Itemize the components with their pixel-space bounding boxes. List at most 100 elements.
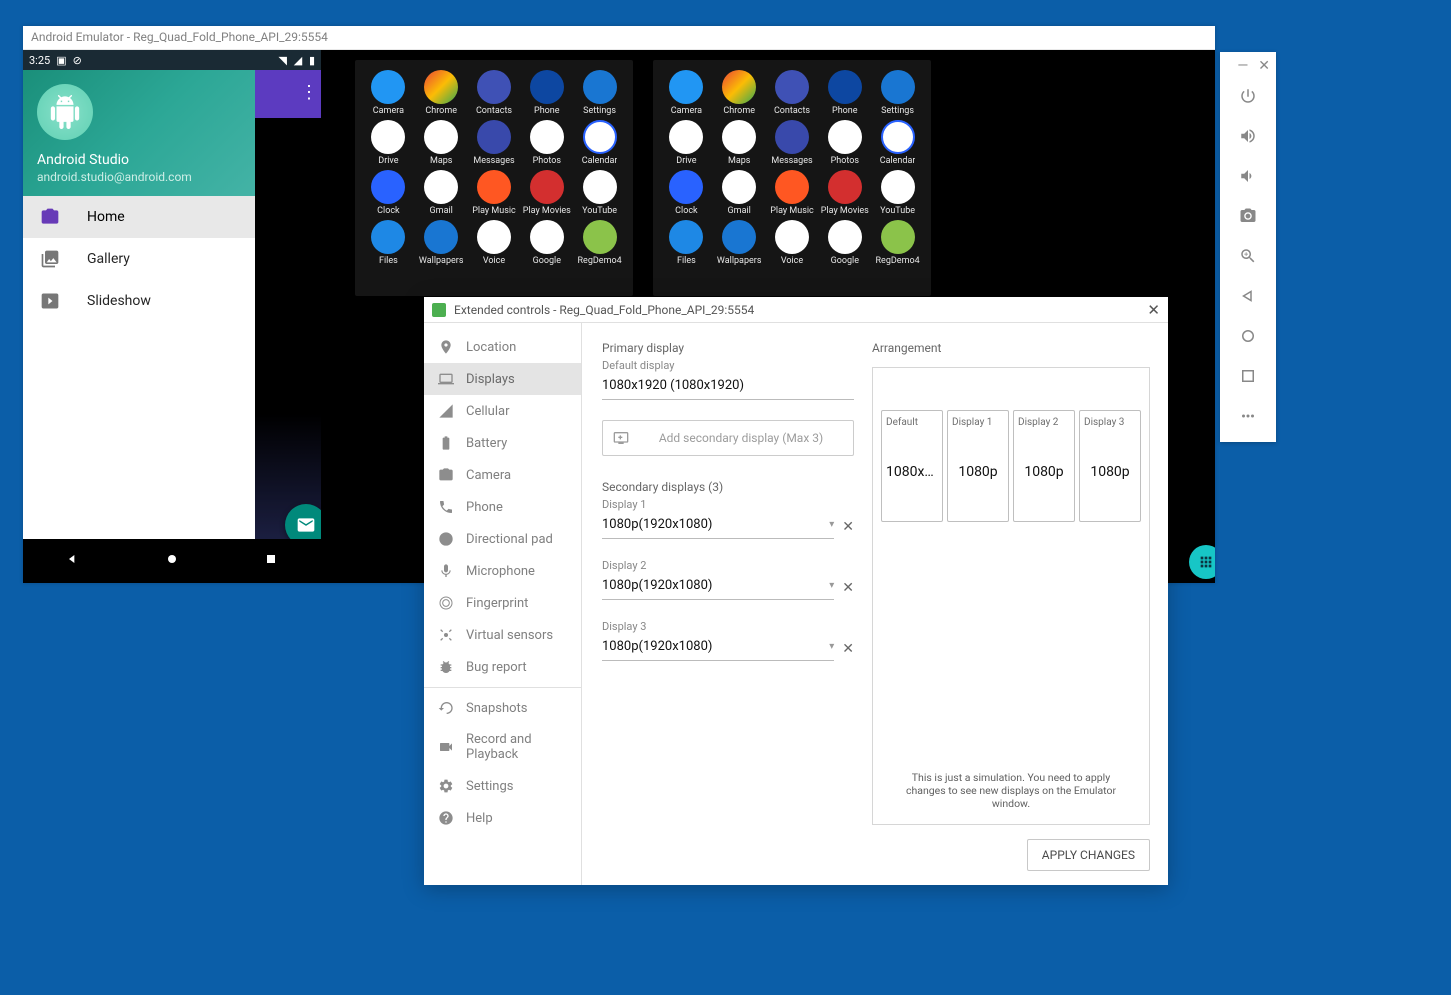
ext-nav-label: Camera xyxy=(466,468,511,483)
ext-nav-phone[interactable]: Phone xyxy=(424,491,581,523)
app-files[interactable]: Files xyxy=(363,220,414,266)
app-phone[interactable]: Phone xyxy=(819,70,870,116)
screenshot-button[interactable] xyxy=(1220,196,1276,236)
power-button[interactable] xyxy=(1220,76,1276,116)
nav-drawer-item-slideshow[interactable]: Slideshow xyxy=(23,280,255,322)
app-wallpapers[interactable]: Wallpapers xyxy=(416,220,467,266)
arrangement-card-3[interactable]: Display 31080p xyxy=(1079,410,1141,522)
arrangement-card-0[interactable]: Default1080x1… xyxy=(881,410,943,522)
app-icon xyxy=(828,70,862,104)
app-gmail[interactable]: Gmail xyxy=(416,170,467,216)
app-chrome[interactable]: Chrome xyxy=(416,70,467,116)
ext-nav-camera[interactable]: Camera xyxy=(424,459,581,491)
app-clock[interactable]: Clock xyxy=(661,170,712,216)
app-wallpapers[interactable]: Wallpapers xyxy=(714,220,765,266)
app-youtube[interactable]: YouTube xyxy=(872,170,923,216)
arrangement-card-title: Display 2 xyxy=(1018,417,1070,428)
app-gmail[interactable]: Gmail xyxy=(714,170,765,216)
app-drive[interactable]: Drive xyxy=(661,120,712,166)
app-photos[interactable]: Photos xyxy=(819,120,870,166)
app-camera[interactable]: Camera xyxy=(661,70,712,116)
nav-recent[interactable] xyxy=(263,551,279,571)
app-icon xyxy=(722,220,756,254)
nav-back-button[interactable] xyxy=(1220,276,1276,316)
nav-recent-button[interactable] xyxy=(1220,356,1276,396)
apps-fab[interactable] xyxy=(1189,545,1215,579)
nav-back[interactable] xyxy=(65,551,81,571)
ext-nav-fingerprint[interactable]: Fingerprint xyxy=(424,587,581,619)
ext-nav-cellular[interactable]: Cellular xyxy=(424,395,581,427)
app-play-movies[interactable]: Play Movies xyxy=(819,170,870,216)
app-icon xyxy=(669,120,703,154)
arrangement-card-1[interactable]: Display 11080p xyxy=(947,410,1009,522)
app-messages[interactable]: Messages xyxy=(469,120,520,166)
app-messages[interactable]: Messages xyxy=(767,120,818,166)
secondary-display-3-dropdown[interactable]: 1080p(1920x1080) ▾ xyxy=(602,635,834,661)
app-files[interactable]: Files xyxy=(661,220,712,266)
more-button[interactable] xyxy=(1220,396,1276,436)
ext-nav-microphone[interactable]: Microphone xyxy=(424,555,581,587)
volume-up-button[interactable] xyxy=(1220,116,1276,156)
overflow-menu-icon[interactable]: ⋮ xyxy=(299,82,319,103)
close-button[interactable]: ✕ xyxy=(1258,58,1270,74)
app-youtube[interactable]: YouTube xyxy=(574,170,625,216)
secondary-display-1-dropdown[interactable]: 1080p(1920x1080) ▾ xyxy=(602,513,834,539)
ext-nav-battery[interactable]: Battery xyxy=(424,427,581,459)
app-regdemo4[interactable]: RegDemo4 xyxy=(872,220,923,266)
app-voice[interactable]: Voice xyxy=(767,220,818,266)
app-photos[interactable]: Photos xyxy=(521,120,572,166)
app-settings[interactable]: Settings xyxy=(574,70,625,116)
add-secondary-display-button[interactable]: Add secondary display (Max 3) xyxy=(602,420,854,456)
nav-home-button[interactable] xyxy=(1220,316,1276,356)
ext-nav-location[interactable]: Location xyxy=(424,331,581,363)
ext-nav-record-and-playback[interactable]: Record and Playback xyxy=(424,724,581,770)
ext-nav-help[interactable]: Help xyxy=(424,802,581,834)
app-google[interactable]: Google xyxy=(819,220,870,266)
arrangement-card-2[interactable]: Display 21080p xyxy=(1013,410,1075,522)
app-chrome[interactable]: Chrome xyxy=(714,70,765,116)
zoom-button[interactable] xyxy=(1220,236,1276,276)
nav-drawer-item-gallery[interactable]: Gallery xyxy=(23,238,255,280)
apply-changes-button[interactable]: APPLY CHANGES xyxy=(1027,839,1150,871)
app-drive[interactable]: Drive xyxy=(363,120,414,166)
app-phone[interactable]: Phone xyxy=(521,70,572,116)
ext-nav-snapshots[interactable]: Snapshots xyxy=(424,692,581,724)
app-maps[interactable]: Maps xyxy=(714,120,765,166)
ext-nav-bug-report[interactable]: Bug report xyxy=(424,651,581,683)
volume-down-button[interactable] xyxy=(1220,156,1276,196)
app-icon xyxy=(424,70,458,104)
camera-icon xyxy=(438,467,454,483)
arrangement-canvas[interactable]: Default1080x1…Display 11080pDisplay 2108… xyxy=(873,368,1149,530)
ext-nav-virtual-sensors[interactable]: Virtual sensors xyxy=(424,619,581,651)
app-icon xyxy=(775,70,809,104)
app-calendar[interactable]: Calendar xyxy=(872,120,923,166)
nav-drawer-item-home[interactable]: Home xyxy=(23,196,255,238)
app-calendar[interactable]: Calendar xyxy=(574,120,625,166)
app-play-music[interactable]: Play Music xyxy=(469,170,520,216)
app-play-movies[interactable]: Play Movies xyxy=(521,170,572,216)
app-voice[interactable]: Voice xyxy=(469,220,520,266)
minimize-button[interactable]: — xyxy=(1237,58,1248,74)
close-icon[interactable]: ✕ xyxy=(1147,301,1160,319)
secondary-display-2-dropdown[interactable]: 1080p(1920x1080) ▾ xyxy=(602,574,834,600)
app-contacts[interactable]: Contacts xyxy=(469,70,520,116)
app-label: YouTube xyxy=(582,206,617,216)
app-camera[interactable]: Camera xyxy=(363,70,414,116)
remove-display-2-button[interactable]: ✕ xyxy=(842,580,854,600)
add-display-icon xyxy=(613,430,629,446)
default-display-value: 1080x1920 (1080x1920) xyxy=(602,374,854,400)
remove-display-3-button[interactable]: ✕ xyxy=(842,641,854,661)
app-regdemo4[interactable]: RegDemo4 xyxy=(574,220,625,266)
app-google[interactable]: Google xyxy=(521,220,572,266)
app-maps[interactable]: Maps xyxy=(416,120,467,166)
ext-nav-label: Help xyxy=(466,811,493,826)
nav-home[interactable] xyxy=(164,551,180,571)
remove-display-1-button[interactable]: ✕ xyxy=(842,519,854,539)
app-contacts[interactable]: Contacts xyxy=(767,70,818,116)
ext-nav-settings[interactable]: Settings xyxy=(424,770,581,802)
ext-nav-displays[interactable]: Displays xyxy=(424,363,581,395)
app-clock[interactable]: Clock xyxy=(363,170,414,216)
ext-nav-directional-pad[interactable]: Directional pad xyxy=(424,523,581,555)
app-play-music[interactable]: Play Music xyxy=(767,170,818,216)
app-settings[interactable]: Settings xyxy=(872,70,923,116)
